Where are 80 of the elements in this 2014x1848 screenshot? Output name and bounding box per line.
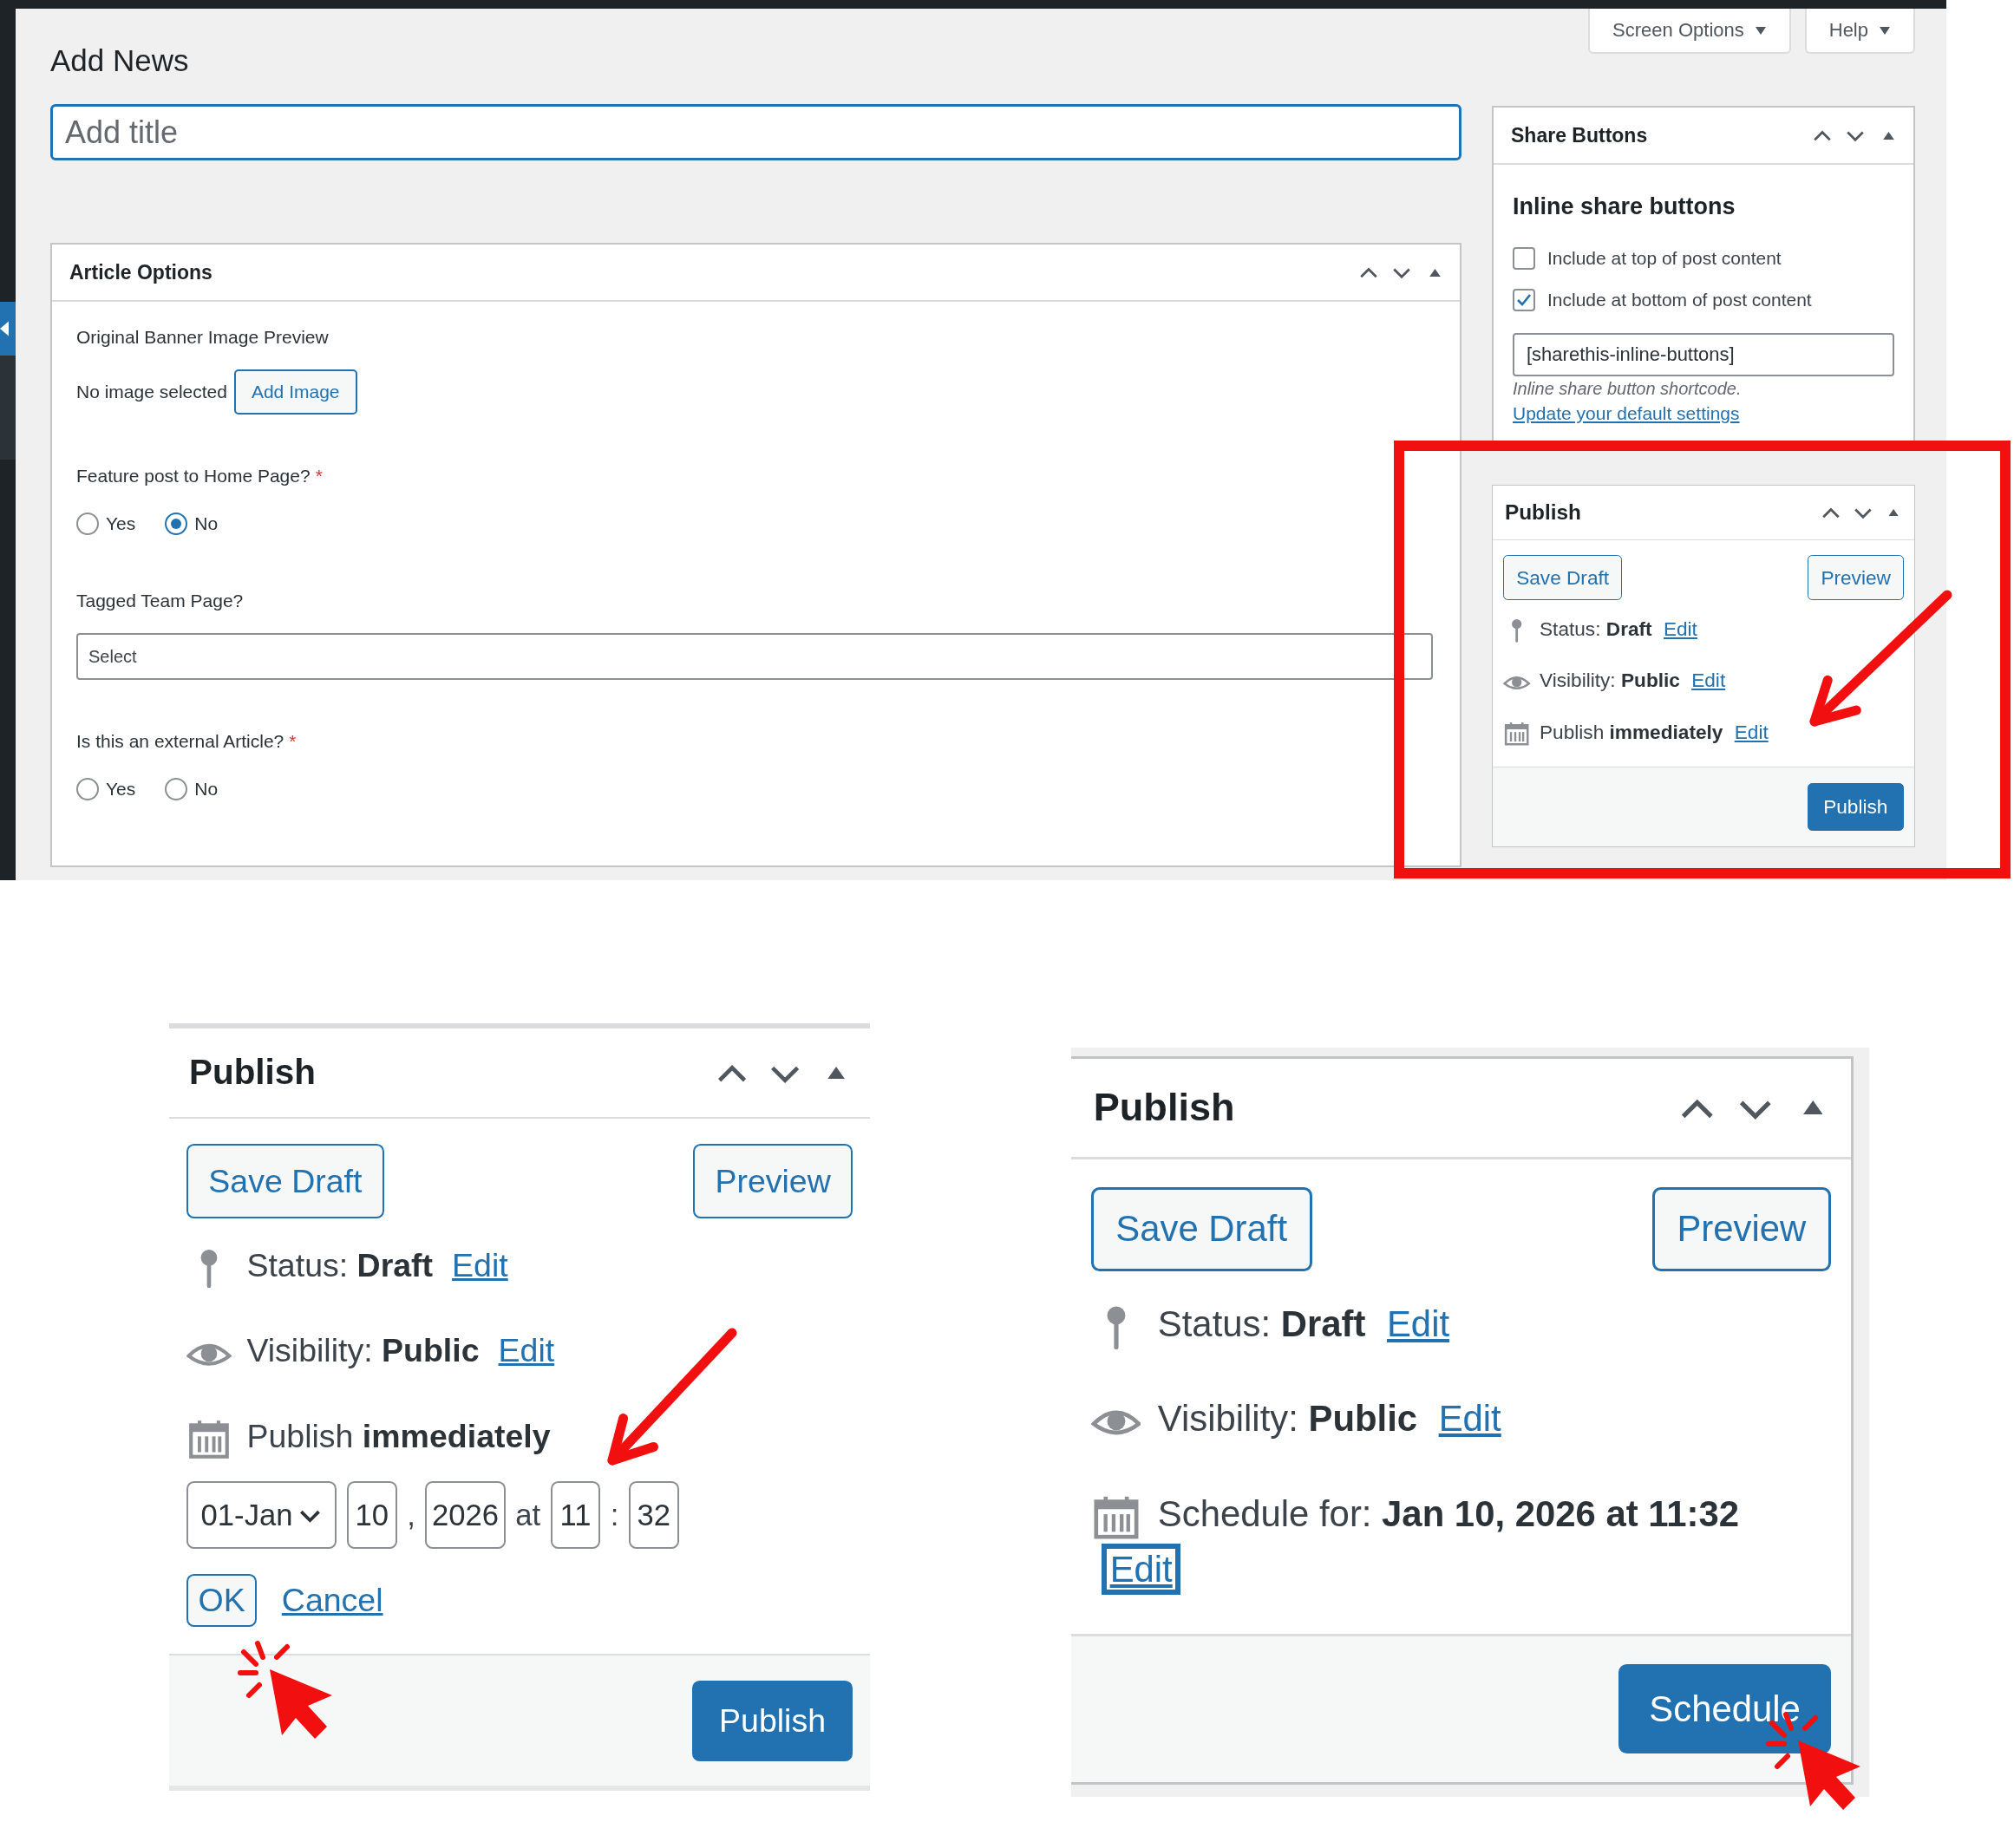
title-field[interactable]: Add title [50,104,1461,160]
schedule-text: Publish immediately [246,1417,551,1454]
required-mark: * [289,731,297,751]
cancel-link[interactable]: Cancel [281,1581,383,1619]
edit-link[interactable]: Edit [1102,1544,1180,1595]
status-text: Status: Draft [246,1247,434,1284]
screen-options-button[interactable]: Screen Options [1588,9,1791,54]
edit-link[interactable]: Edit [1691,669,1726,692]
separator-text: : [610,1498,619,1532]
hint-text: Inline share button shortcode. [1513,378,1743,400]
edit-link[interactable]: Edit [498,1332,555,1369]
separator-text: , [407,1498,415,1532]
preview-button[interactable]: Preview [1808,555,1904,601]
field-label: Tagged Team Page? [76,591,244,611]
save-draft-button[interactable]: Save Draft [186,1143,384,1219]
box-title: Publish [1093,1085,1236,1131]
checkbox-label: Include at bottom of post content [1547,290,1812,310]
preview-button[interactable]: Preview [1651,1187,1832,1271]
schedule-text: Schedule for: Jan 10, 2026 at 11:32 [1157,1492,1740,1534]
option-label: Yes [106,779,136,800]
help-button[interactable]: Help [1804,9,1915,54]
box-title: Publish [1504,500,1583,525]
preview-button[interactable]: Preview [693,1143,853,1219]
edit-link[interactable]: Edit [1734,720,1769,743]
box-title: Publish [189,1052,317,1094]
box-title: Share Buttons [1511,123,1649,147]
edit-link[interactable]: Edit [1438,1398,1501,1440]
primary-button[interactable]: Publish [692,1681,853,1761]
year-field[interactable]: 2026 [425,1481,506,1550]
checkbox[interactable] [1513,289,1535,311]
triangle-up-icon [1888,508,1900,517]
edit-link[interactable]: Edit [452,1247,508,1284]
select-dropdown[interactable]: Select [76,633,1433,680]
menu-collapse-tab[interactable] [0,302,16,356]
edit-link[interactable]: Edit [1663,617,1697,641]
radio-button[interactable] [165,778,188,800]
primary-button[interactable]: Publish [1807,782,1904,832]
minute-field[interactable]: 32 [629,1481,679,1550]
save-draft-button[interactable]: Save Draft [1090,1187,1312,1271]
at-text: at [515,1498,541,1532]
required-mark: * [315,466,323,486]
visibility-text: Visibility: Public [1540,669,1680,692]
save-draft-button[interactable]: Save Draft [1503,555,1623,601]
add-image-button[interactable]: Add Image [233,369,357,415]
option-label: Yes [106,513,136,534]
triangle-left-icon [0,321,9,336]
hour-field[interactable]: 11 [550,1481,601,1550]
option-label: No [194,513,219,534]
day-field[interactable]: 10 [346,1481,397,1550]
field-label: Original Banner Image Preview [76,327,329,347]
status-text: Status: Draft [1157,1303,1366,1344]
field-label: Is this an external Article? [76,731,284,751]
click-cursor-icon [238,1641,332,1739]
status-text: Status: Draft [1540,617,1652,641]
triangle-up-icon [1429,268,1441,277]
caret-down-icon [1754,25,1767,36]
box-title: Article Options [69,260,213,284]
ok-button[interactable]: OK [186,1574,257,1627]
option-label: No [194,779,219,800]
radio-button[interactable] [76,513,99,535]
checkbox[interactable] [1513,247,1535,270]
visibility-text: Visibility: Public [246,1332,480,1369]
triangle-up-icon [1883,131,1894,140]
page-title: Add News [50,42,189,79]
visibility-text: Visibility: Public [1157,1398,1418,1440]
checkbox-label: Include at top of post content [1547,248,1782,269]
section-heading: Inline share buttons [1513,193,1736,221]
triangle-up-icon [827,1066,846,1080]
caret-down-icon [1879,25,1891,36]
triangle-up-icon [1802,1100,1823,1115]
edit-link[interactable]: Edit [1386,1303,1450,1344]
radio-button[interactable] [76,778,99,800]
field-label: Feature post to Home Page? [76,466,311,486]
month-dropdown[interactable]: 01-Jan [186,1481,337,1550]
shortcode-field[interactable]: [sharethis-inline-buttons] [1513,333,1894,376]
primary-button[interactable]: Schedule [1618,1664,1832,1754]
schedule-text: Publish immediately [1540,720,1723,743]
settings-link[interactable]: Update your default settings [1513,403,1740,423]
image-status-text: No image selected [76,382,227,402]
radio-button[interactable] [165,513,188,535]
